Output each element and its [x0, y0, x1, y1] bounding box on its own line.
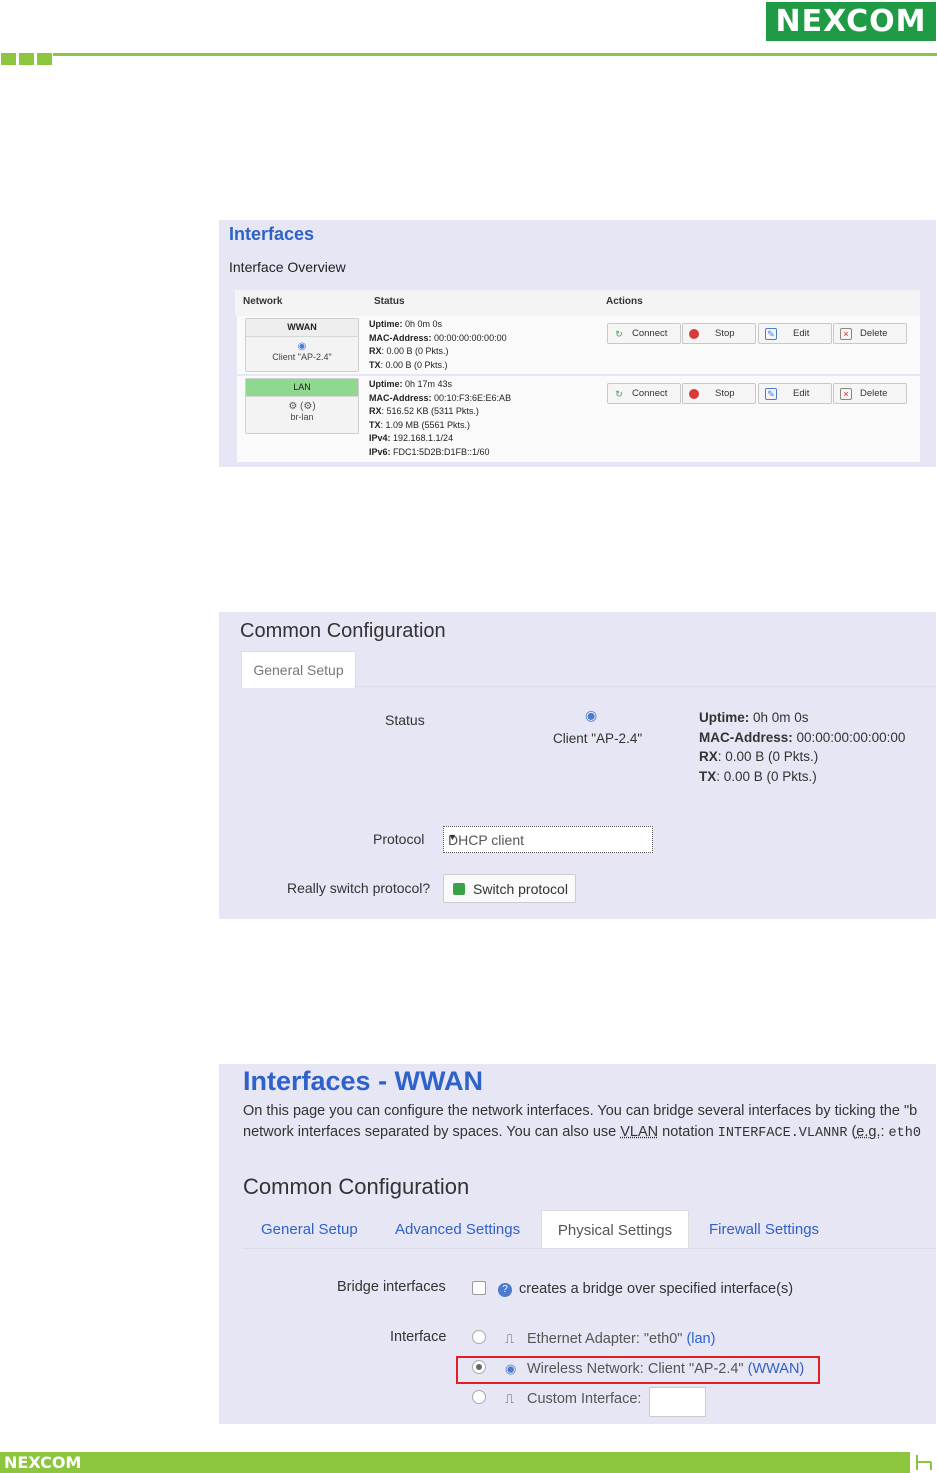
protocol-select[interactable]: DHCP client ▼ [443, 826, 653, 853]
section-title: Common Configuration [243, 1174, 470, 1199]
network-status: Uptime: 0h 0m 0s MAC-Address: 00:00:00:0… [369, 319, 507, 370]
bridge-icon: ⚙ (⚙) [288, 401, 316, 412]
help-icon: ? [498, 1283, 512, 1297]
header-rule [53, 53, 937, 56]
status-details: Uptime: 0h 0m 0s MAC-Address: 00:00:00:0… [699, 710, 906, 784]
table-row-wwan: WWAN ◉ Client "AP-2.4" Uptime: 0h 0m 0s … [237, 316, 920, 374]
connect-button[interactable]: ↻ Connect [607, 323, 681, 344]
delete-button[interactable]: × Delete [833, 323, 907, 344]
network-device: br-lan [290, 412, 314, 422]
page-description-2: network interfaces separated by spaces. … [243, 1124, 921, 1141]
delete-button[interactable]: × Delete [833, 383, 907, 404]
interface-label: Interface [390, 1329, 447, 1345]
interface-option-custom: Custom Interface: [527, 1391, 642, 1407]
switch-protocol-label: Really switch protocol? [287, 880, 431, 896]
interface-radio-custom[interactable] [472, 1390, 486, 1404]
stop-icon [689, 328, 699, 339]
protocol-label: Protocol [373, 831, 425, 847]
network-device: Client "AP-2.4" [272, 352, 332, 362]
custom-interface-input[interactable] [649, 1387, 706, 1417]
edit-icon: ✎ [765, 387, 777, 400]
page-title: Interfaces - WWAN [243, 1066, 484, 1096]
network-name: LAN [246, 379, 358, 397]
network-name: WWAN [246, 319, 358, 337]
header-square [1, 53, 16, 65]
ethernet-icon: ⎍ [505, 1331, 515, 1346]
bridge-checkbox[interactable] [472, 1281, 486, 1295]
switch-icon [453, 882, 465, 895]
lan-link[interactable]: (lan) [686, 1331, 715, 1347]
tab-divider [354, 686, 936, 687]
wireless-icon: ◉ [585, 707, 598, 723]
ethernet-icon: ⎍ [505, 1391, 515, 1406]
page-corner-icon [916, 1455, 932, 1470]
edit-icon: ✎ [765, 327, 777, 340]
bridge-interfaces-label: Bridge interfaces [337, 1279, 446, 1295]
tab-divider [243, 1248, 936, 1249]
header-square [37, 53, 52, 65]
edit-button[interactable]: ✎ Edit [758, 383, 832, 404]
page-title: Interfaces [229, 224, 315, 244]
connect-button[interactable]: ↻ Connect [607, 383, 681, 404]
stop-button[interactable]: Stop [682, 323, 756, 344]
connect-icon: ↻ [615, 328, 623, 339]
delete-icon: × [840, 327, 852, 340]
column-actions: Actions [606, 296, 643, 307]
stop-button[interactable]: Stop [682, 383, 756, 404]
tab-firewall-settings[interactable]: Firewall Settings [709, 1210, 819, 1248]
column-network: Network [243, 296, 283, 307]
page-description: On this page you can configure the netwo… [243, 1103, 918, 1119]
delete-icon: × [840, 387, 852, 400]
tab-general-setup[interactable]: General Setup [261, 1210, 358, 1248]
overview-table-header: Network Status Actions [235, 290, 920, 316]
stop-icon [689, 388, 699, 399]
nexcom-logo: NEXCOM [766, 2, 936, 41]
section-subtitle: Interface Overview [229, 259, 346, 275]
section-title: Common Configuration [240, 620, 446, 642]
highlight-box [456, 1356, 820, 1384]
switch-protocol-button[interactable]: Switch protocol [443, 874, 576, 903]
header-square [19, 53, 34, 65]
status-label: Status [385, 712, 425, 728]
tab-advanced-settings[interactable]: Advanced Settings [395, 1210, 520, 1248]
footer-bar [0, 1452, 910, 1473]
network-badge-lan[interactable]: LAN ⚙ (⚙) br-lan [245, 378, 359, 434]
tab-general-setup[interactable]: General Setup [241, 651, 356, 688]
interface-option-eth0: Ethernet Adapter: "eth0" (lan) [527, 1331, 716, 1347]
connect-icon: ↻ [615, 388, 623, 399]
network-badge-wwan[interactable]: WWAN ◉ Client "AP-2.4" [245, 318, 359, 372]
bridge-hint: creates a bridge over specified interfac… [519, 1281, 794, 1297]
footer-logo: NEXCOM [4, 1453, 82, 1472]
wireless-icon: ◉ [297, 341, 307, 352]
tab-physical-settings[interactable]: Physical Settings [541, 1210, 689, 1249]
network-status: Uptime: 0h 17m 43s MAC-Address: 00:10:F3… [369, 379, 512, 457]
edit-button[interactable]: ✎ Edit [758, 323, 832, 344]
dropdown-arrow-icon: ▼ [448, 832, 457, 842]
column-status: Status [374, 296, 405, 307]
status-device: Client "AP-2.4" [553, 731, 643, 746]
table-row-lan: LAN ⚙ (⚙) br-lan Uptime: 0h 17m 43s MAC-… [237, 376, 920, 462]
interface-radio-eth0[interactable] [472, 1330, 486, 1344]
